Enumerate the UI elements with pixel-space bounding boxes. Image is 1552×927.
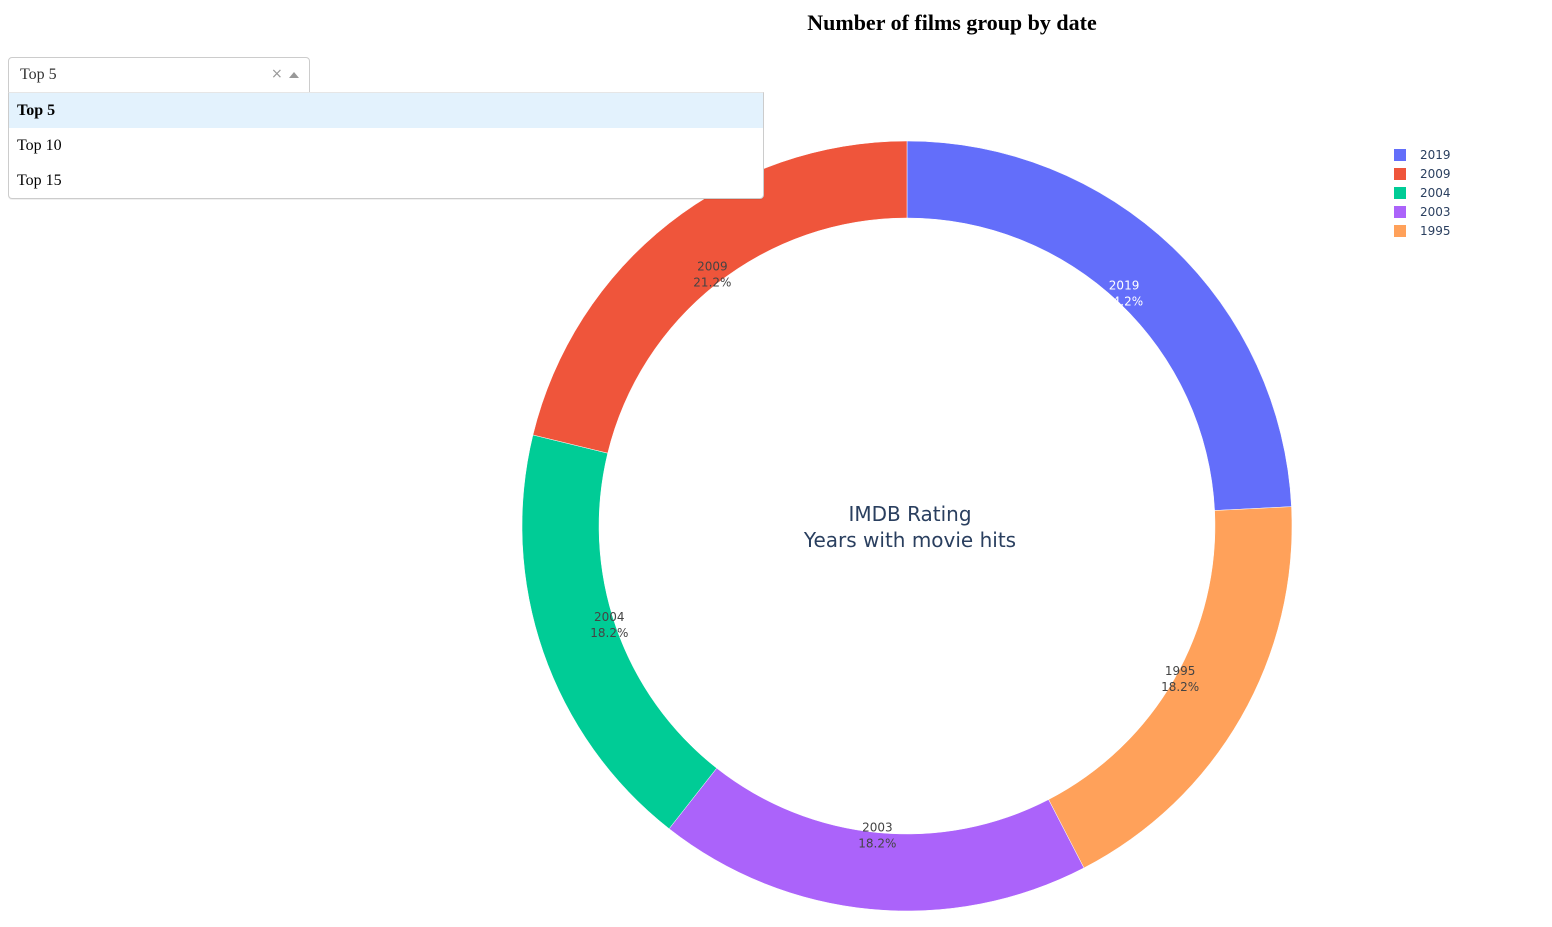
slice-percent-1995: 18.2% [1161,680,1199,694]
dropdown-selected-value: Top 5 [20,66,57,83]
slice-label-1995: 1995 [1165,664,1196,678]
slice-label-2009: 2009 [697,259,728,273]
legend-swatch-2019[interactable] [1394,149,1406,161]
clear-icon[interactable]: × [271,66,283,82]
slice-label-2003: 2003 [862,821,893,835]
top-n-dropdown[interactable]: Top 5 × [8,57,310,93]
slice-percent-2009: 21.2% [693,275,731,289]
legend-label-2004[interactable]: 2004 [1420,186,1451,200]
dropdown-menu: Top 5 Top 10 Top 15 [8,92,764,199]
center-text-line-2: Years with movie hits [803,528,1016,552]
center-text-line-1: IMDB Rating [848,502,971,526]
slice-label-2004: 2004 [594,610,625,624]
legend-swatch-2004[interactable] [1394,187,1406,199]
center-annotation: IMDB RatingYears with movie hits [803,502,1016,552]
dropdown-option-top-5[interactable]: Top 5 [9,93,763,128]
dropdown-option-top-10[interactable]: Top 10 [9,128,763,163]
slices-layer [521,140,1293,912]
legend: 2019 2009 2004 2003 1995 [1394,148,1451,238]
legend-swatch-2009[interactable] [1394,168,1406,180]
legend-label-2009[interactable]: 2009 [1420,167,1451,181]
slice-percent-2003: 18.2% [858,837,896,851]
caret-up-icon[interactable] [289,72,299,78]
dropdown-option-top-15[interactable]: Top 15 [9,163,763,198]
slice-label-2019: 2019 [1109,279,1140,293]
legend-label-1995[interactable]: 1995 [1420,224,1451,238]
legend-swatch-1995[interactable] [1394,225,1406,237]
legend-label-2019[interactable]: 2019 [1420,148,1451,162]
slice-percent-2004: 18.2% [590,626,628,640]
slice-percent-2019: 24.2% [1105,295,1143,309]
slice-2019[interactable] [906,140,1292,511]
legend-label-2003[interactable]: 2003 [1420,205,1451,219]
legend-swatch-2003[interactable] [1394,206,1406,218]
